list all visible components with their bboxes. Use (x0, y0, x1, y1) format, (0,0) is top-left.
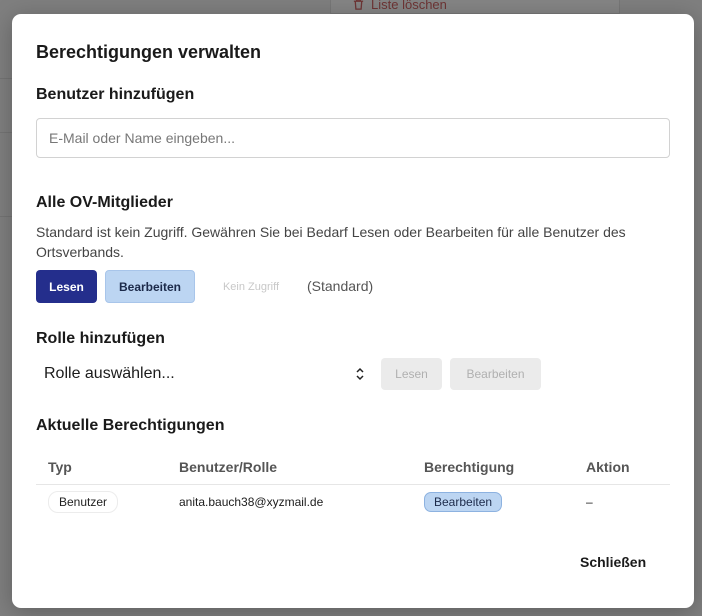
type-cell: Benutzer (36, 484, 167, 520)
background-divider (0, 132, 12, 133)
all-members-no-access-button[interactable]: Kein Zugriff (208, 270, 294, 303)
user-search-input[interactable] (36, 118, 670, 158)
role-edit-button[interactable]: Bearbeiten (450, 358, 541, 390)
dialog-title: Berechtigungen verwalten (36, 42, 262, 62)
table-header-row: Typ Benutzer/Rolle Berechtigung Aktion (36, 450, 670, 485)
type-chip: Benutzer (48, 491, 119, 514)
close-button[interactable]: Schließen (580, 554, 646, 570)
role-read-button[interactable]: Lesen (381, 358, 442, 390)
column-header-permission: Berechtigung (412, 450, 574, 485)
background-divider (0, 216, 12, 217)
all-members-read-button[interactable]: Lesen (36, 270, 97, 303)
background-divider (0, 78, 12, 79)
permission-cell: Bearbeiten (412, 484, 574, 520)
permission-badge[interactable]: Bearbeiten (424, 492, 503, 513)
permissions-table: Typ Benutzer/Rolle Berechtigung Aktion B… (36, 450, 670, 520)
subject-cell: anita.bauch38@xyzmail.de (179, 495, 324, 510)
column-header-subject: Benutzer/Rolle (167, 450, 412, 485)
background-clear-list-button: Liste löschen (352, 0, 447, 12)
trash-icon (353, 0, 364, 10)
role-select-value: Rolle auswählen... (44, 365, 175, 382)
table-row: Benutzer anita.bauch38@xyzmail.de Bearbe… (36, 484, 670, 520)
all-members-description: Standard ist kein Zugriff. Gewähren Sie … (36, 224, 626, 260)
action-cell: – (586, 495, 593, 510)
all-members-heading: Alle OV-Mitglieder (36, 194, 173, 211)
current-permissions-heading: Aktuelle Berechtigungen (36, 417, 225, 434)
chevron-up-down-icon (356, 367, 364, 381)
background-clear-list-label: Liste löschen (371, 0, 447, 12)
add-role-heading: Rolle hinzufügen (36, 330, 165, 347)
role-select[interactable]: Rolle auswählen... (36, 357, 372, 391)
all-members-edit-button[interactable]: Bearbeiten (105, 270, 195, 303)
column-header-action: Aktion (574, 450, 670, 485)
permissions-dialog: Berechtigungen verwalten Benutzer hinzuf… (12, 14, 694, 608)
column-header-type: Typ (36, 450, 167, 485)
add-user-heading: Benutzer hinzufügen (36, 86, 195, 103)
default-note: (Standard) (307, 278, 374, 294)
